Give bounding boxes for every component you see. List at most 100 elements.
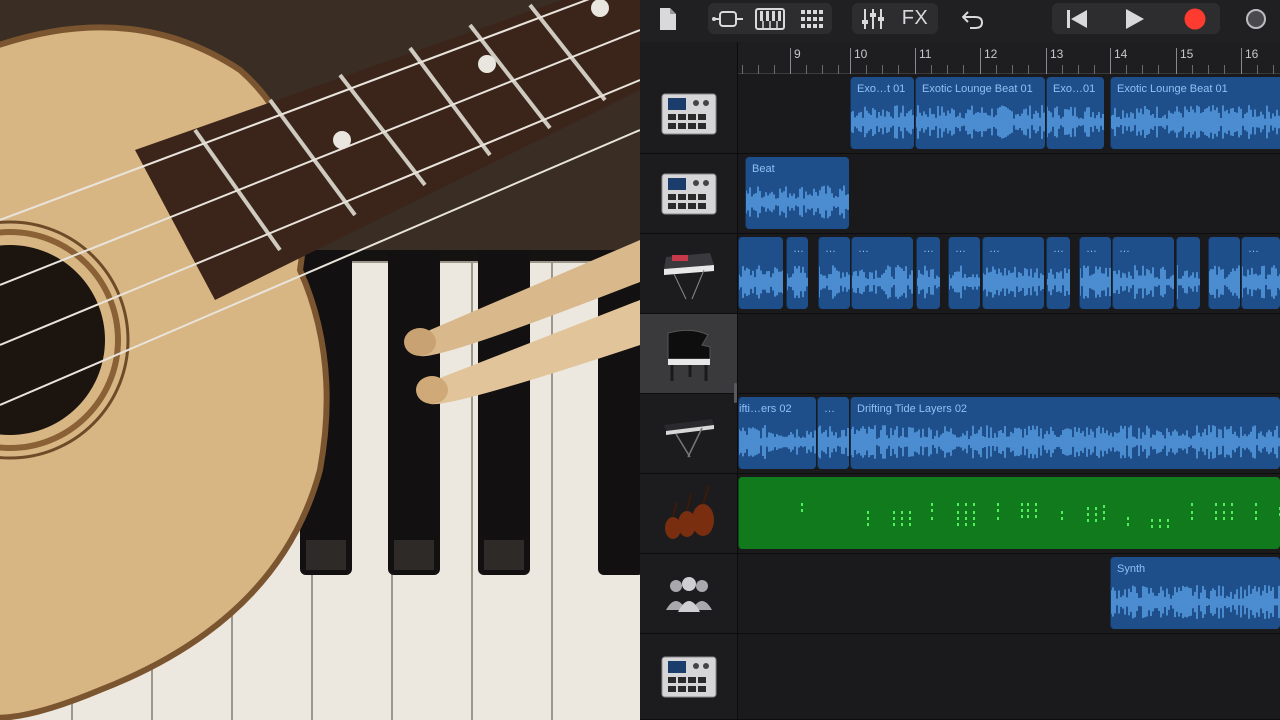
beat-tick [1158, 65, 1159, 74]
region[interactable] [738, 237, 783, 309]
region-label: Exotic Lounge Beat 01 [922, 83, 1033, 95]
midi-note [1231, 503, 1233, 506]
midi-note [893, 517, 895, 520]
region[interactable]: Synth [1110, 557, 1280, 629]
region[interactable]: … [1046, 237, 1070, 309]
region[interactable]: … [916, 237, 940, 309]
region[interactable]: … [1112, 237, 1174, 309]
midi-note [801, 503, 803, 506]
midi-note [1167, 519, 1169, 522]
region[interactable]: Exo…01 [1046, 77, 1104, 149]
track-lane-3[interactable]: … … … … … … … … … … [738, 234, 1280, 314]
timeline-ruler[interactable]: 9 10 11 12 13 14 15 16 [738, 42, 1280, 74]
metronome-icon[interactable] [1242, 3, 1270, 34]
keyboard-icon[interactable] [750, 3, 790, 34]
track-header-top-strip [640, 42, 738, 74]
region[interactable]: … [817, 397, 849, 469]
region[interactable]: Exotic Lounge Beat 01 [915, 77, 1045, 149]
midi-note [1035, 515, 1037, 518]
document-icon[interactable] [654, 3, 682, 34]
record-icon[interactable] [1176, 3, 1214, 34]
track-header-drum-machine-2[interactable] [640, 154, 738, 234]
waveform [1080, 265, 1111, 299]
midi-note [867, 511, 869, 514]
region[interactable]: … [851, 237, 913, 309]
undo-icon[interactable] [958, 3, 988, 34]
track-lane-7[interactable]: Synth [738, 554, 1280, 634]
midi-note [867, 517, 869, 520]
midi-note [957, 511, 959, 514]
region[interactable]: Exotic Lounge Beat 01 [1110, 77, 1280, 149]
region[interactable]: Beat [745, 157, 849, 229]
region-label: … [793, 243, 804, 255]
bar-tick [1241, 48, 1242, 74]
drum-machine-icon [661, 656, 716, 697]
region[interactable]: … [948, 237, 980, 309]
beat-tick [1078, 65, 1079, 74]
track-lane-1[interactable]: Exo…t 01 Exotic Lounge Beat 01 Exo…01 Ex… [738, 74, 1280, 154]
track-header-drum-machine-1[interactable] [640, 74, 738, 154]
midi-note [1021, 515, 1023, 518]
beat-tick [1224, 65, 1225, 74]
bar-number: 12 [984, 47, 998, 61]
track-lane-4[interactable] [738, 314, 1280, 394]
midi-note [965, 511, 967, 514]
grid-icon[interactable] [794, 3, 830, 34]
track-header-grand-piano[interactable] [640, 314, 738, 394]
region[interactable]: ifti…ers 02 [738, 397, 816, 469]
region[interactable]: … [818, 237, 850, 309]
midi-note [1061, 511, 1063, 514]
waveform [949, 265, 980, 299]
region[interactable]: Exo…t 01 [850, 77, 914, 149]
go-to-start-icon[interactable] [1058, 3, 1096, 34]
bar-number: 13 [1050, 47, 1064, 61]
midi-note [1087, 513, 1089, 516]
region[interactable] [1208, 237, 1240, 309]
track-header-audio-recorder[interactable] [640, 554, 738, 634]
stage-keyboard-icon [663, 418, 714, 457]
midi-note [1087, 519, 1089, 522]
fx-button[interactable]: FX [896, 3, 934, 34]
midi-region[interactable] [738, 477, 1280, 549]
beat-tick [996, 65, 997, 74]
midi-note [931, 509, 933, 512]
track-lane-2[interactable]: Beat [738, 154, 1280, 234]
beat-tick [1012, 65, 1013, 74]
beat-tick [822, 65, 823, 74]
midi-note [1095, 519, 1097, 522]
tracks-view-icon[interactable] [710, 3, 746, 34]
region[interactable]: Drifting Tide Layers 02 [850, 397, 1280, 469]
region[interactable]: … [1079, 237, 1111, 309]
beat-tick [1126, 65, 1127, 74]
track-lane-5[interactable]: ifti…ers 02 … Drifting Tide Layers 02 [738, 394, 1280, 474]
region[interactable]: … [786, 237, 808, 309]
midi-note [893, 511, 895, 514]
region-label: Exo…t 01 [857, 83, 906, 95]
region-label: … [858, 243, 869, 255]
track-lane-6[interactable] [738, 474, 1280, 554]
beat-tick [1208, 65, 1209, 74]
grand-piano-icon [667, 329, 710, 381]
bar-number: 14 [1114, 47, 1128, 61]
track-lane-8[interactable] [738, 634, 1280, 720]
track-header-stage-keyboard[interactable] [640, 394, 738, 474]
track-header-strings[interactable] [640, 474, 738, 554]
beat-tick [758, 65, 759, 74]
region[interactable]: … [982, 237, 1044, 309]
beat-tick [947, 65, 948, 74]
play-icon[interactable] [1116, 3, 1154, 34]
midi-note [957, 503, 959, 506]
region[interactable] [1176, 237, 1200, 309]
track-header-resize-handle[interactable] [734, 383, 737, 403]
mixer-icon[interactable] [856, 3, 890, 34]
ukulele-piano-drumsticks-photo [0, 0, 640, 720]
midi-note [1103, 517, 1105, 520]
track-header-drum-machine-3[interactable] [640, 634, 738, 720]
region[interactable]: … [1241, 237, 1280, 309]
waveform [746, 185, 849, 219]
midi-note [1061, 517, 1063, 520]
waveform [917, 265, 940, 299]
track-header-synth-keyboard[interactable] [640, 234, 738, 314]
region-label: Beat [752, 163, 775, 175]
midi-note [1087, 507, 1089, 510]
